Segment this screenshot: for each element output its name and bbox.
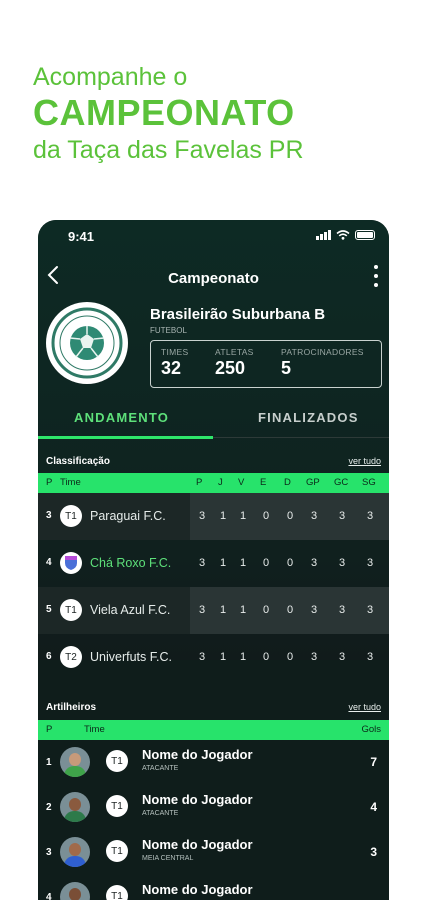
promo-line-1: Acompanhe o bbox=[33, 63, 188, 91]
classification-title: Classificação bbox=[46, 456, 110, 467]
scorers-table-header: P Time Gols bbox=[38, 720, 389, 740]
avatar bbox=[60, 747, 90, 777]
list-item[interactable]: 4 T1 Nome do Jogador bbox=[38, 876, 389, 900]
classification-table-header: P Time P J V E D GP GC SG bbox=[38, 473, 389, 493]
phone-screen: 9:41 Campeonato Brasileirão Suburbana B … bbox=[38, 220, 389, 900]
page-title: Campeonato bbox=[168, 270, 259, 287]
stat-teams: TIMES 32 bbox=[161, 347, 189, 378]
tab-bar: ANDAMENTO FINALIZADOS bbox=[38, 400, 389, 440]
stat-sponsors: PATROCINADORES 5 bbox=[281, 347, 364, 378]
avatar bbox=[60, 792, 90, 822]
team-badge-icon: T1 bbox=[60, 599, 82, 621]
top-nav: Campeonato bbox=[38, 264, 389, 294]
tab-finalizados[interactable]: FINALIZADOS bbox=[258, 410, 359, 425]
promo-line-3: da Taça das Favelas PR bbox=[33, 136, 304, 164]
team-name: Viela Azul F.C. bbox=[90, 603, 171, 617]
avatar bbox=[60, 882, 90, 900]
team-name: Paraguai F.C. bbox=[90, 509, 166, 523]
championship-sport: FUTEBOL bbox=[150, 326, 187, 335]
player-goals: 7 bbox=[370, 755, 377, 769]
player-role: ATACANTE bbox=[142, 810, 179, 817]
player-goals: 3 bbox=[370, 845, 377, 859]
championship-logo bbox=[46, 302, 128, 384]
team-badge-icon: T1 bbox=[60, 505, 82, 527]
team-badge-icon: T1 bbox=[106, 750, 128, 772]
wifi-icon bbox=[336, 230, 350, 240]
team-name: Univerfuts F.C. bbox=[90, 650, 172, 664]
classification-header: Classificação ver tudo bbox=[38, 452, 389, 472]
player-goals: 4 bbox=[370, 800, 377, 814]
promo-line-2: CAMPEONATO bbox=[33, 92, 295, 133]
championship-stats-box: TIMES 32 ATLETAS 250 PATROCINADORES 5 bbox=[150, 340, 382, 388]
scorers-title: Artilheiros bbox=[46, 702, 97, 713]
team-badge-icon: T1 bbox=[106, 795, 128, 817]
status-time: 9:41 bbox=[68, 229, 95, 244]
list-item[interactable]: 2 T1 Nome do Jogador ATACANTE 4 bbox=[38, 786, 389, 831]
scorers-see-all-link[interactable]: ver tudo bbox=[348, 702, 381, 712]
stat-athletes: ATLETAS 250 bbox=[215, 347, 254, 378]
classification-see-all-link[interactable]: ver tudo bbox=[348, 456, 381, 466]
scorers-header: Artilheiros ver tudo bbox=[38, 698, 389, 718]
team-shield-icon bbox=[60, 552, 82, 574]
table-row[interactable]: 5 T1 Viela Azul F.C. 3 1 1 0 0 3 3 3 bbox=[38, 587, 389, 634]
team-name: Chá Roxo F.C. bbox=[90, 556, 172, 570]
player-name: Nome do Jogador bbox=[142, 747, 253, 762]
status-icons bbox=[316, 230, 375, 240]
team-badge-icon: T1 bbox=[106, 885, 128, 900]
player-role: MEIA CENTRAL bbox=[142, 855, 194, 862]
player-role: ATACANTE bbox=[142, 765, 179, 772]
table-row[interactable]: 3 T1 Paraguai F.C. 3 1 1 0 0 3 3 3 bbox=[38, 493, 389, 540]
more-options-icon[interactable] bbox=[371, 265, 381, 287]
player-name: Nome do Jogador bbox=[142, 792, 253, 807]
battery-icon bbox=[355, 230, 375, 240]
table-row[interactable]: 6 T2 Univerfuts F.C. 3 1 1 0 0 3 3 3 bbox=[38, 634, 389, 681]
tab-andamento[interactable]: ANDAMENTO bbox=[74, 410, 169, 425]
status-bar: 9:41 bbox=[38, 220, 389, 254]
championship-name: Brasileirão Suburbana B bbox=[150, 306, 326, 323]
team-badge-icon: T2 bbox=[60, 646, 82, 668]
player-name: Nome do Jogador bbox=[142, 837, 253, 852]
list-item[interactable]: 1 T1 Nome do Jogador ATACANTE 7 bbox=[38, 741, 389, 786]
player-name: Nome do Jogador bbox=[142, 882, 253, 897]
tab-active-indicator bbox=[38, 436, 213, 439]
soccer-ball-emblem-icon bbox=[51, 307, 123, 379]
promo-headline: Acompanhe o CAMPEONATO da Taça das Favel… bbox=[33, 62, 413, 166]
avatar bbox=[60, 837, 90, 867]
list-item[interactable]: 3 T1 Nome do Jogador MEIA CENTRAL 3 bbox=[38, 831, 389, 876]
table-row[interactable]: 4 Chá Roxo F.C. 3 1 1 0 0 3 3 3 bbox=[38, 540, 389, 587]
team-badge-icon: T1 bbox=[106, 840, 128, 862]
signal-icon bbox=[316, 230, 331, 240]
